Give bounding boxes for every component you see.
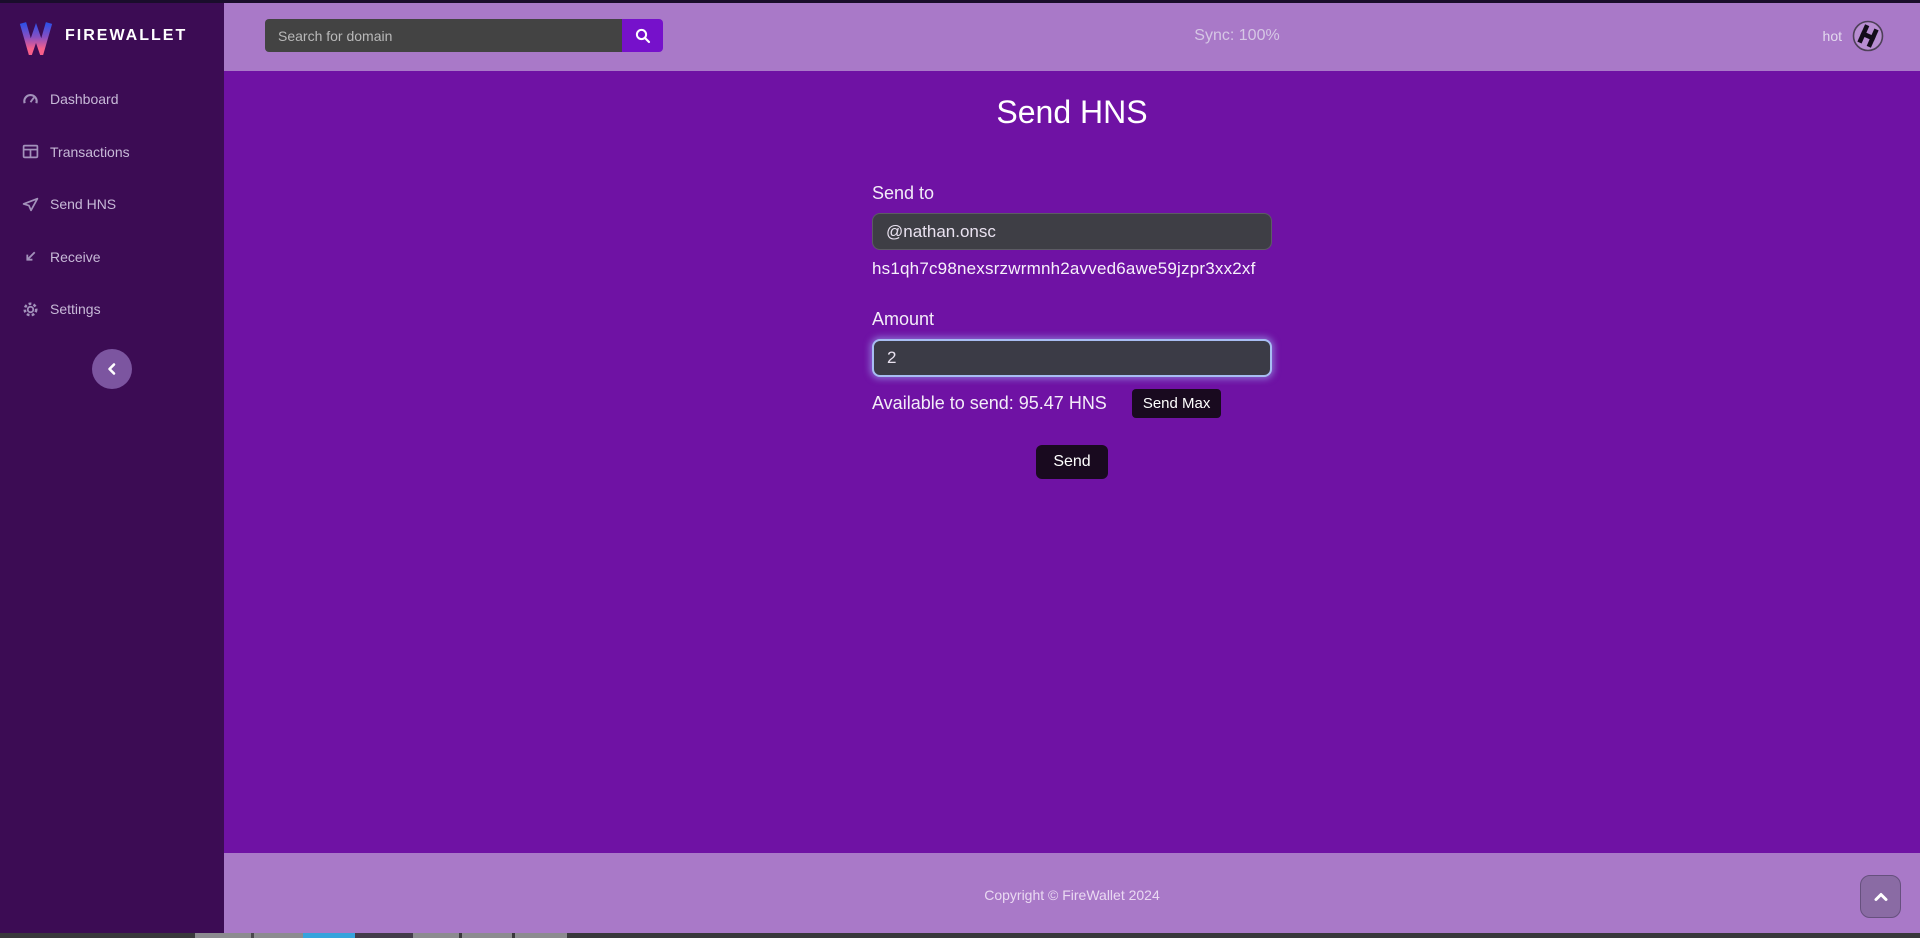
handshake-logo-icon[interactable] <box>1852 20 1884 52</box>
gauge-icon <box>22 91 39 108</box>
search-icon <box>634 27 652 45</box>
wallet-indicator: hot <box>1823 0 1884 71</box>
amount-input[interactable] <box>872 339 1272 377</box>
sidebar-item-settings[interactable]: Settings <box>0 283 224 336</box>
sidebar-collapse-button[interactable] <box>92 349 132 389</box>
sidebar-item-dashboard[interactable]: Dashboard <box>0 73 224 126</box>
taskbar-strip[interactable] <box>0 933 1920 938</box>
sync-status: Sync: 100% <box>1194 0 1279 71</box>
sidebar-item-receive[interactable]: Receive <box>0 231 224 284</box>
send-plane-icon <box>22 196 39 213</box>
send-form: Send to hs1qh7c98nexsrzwrmnh2avved6awe59… <box>872 183 1272 479</box>
send-max-button[interactable]: Send Max <box>1132 389 1222 418</box>
topbar: Sync: 100% hot <box>224 0 1920 71</box>
page-title: Send HNS <box>224 71 1920 131</box>
domain-search <box>265 19 663 52</box>
footer: Copyright © FireWallet 2024 <box>224 853 1920 933</box>
sidebar-item-label: Settings <box>50 301 101 317</box>
firewallet-logo-icon <box>16 17 56 55</box>
firewallet-app: FIREWALLET Dashboard Transactions Send H… <box>0 0 1920 938</box>
chevron-up-icon <box>1873 891 1889 903</box>
send-to-label: Send to <box>872 183 1272 204</box>
sidebar-item-label: Receive <box>50 249 101 265</box>
main-content: Send HNS Send to hs1qh7c98nexsrzwrmnh2av… <box>224 71 1920 853</box>
sidebar-item-label: Transactions <box>50 144 130 160</box>
scroll-to-top-button[interactable] <box>1860 875 1901 918</box>
window-top-edge <box>0 0 1920 3</box>
sidebar-item-label: Dashboard <box>50 91 119 107</box>
sidebar-item-transactions[interactable]: Transactions <box>0 126 224 179</box>
chevron-left-icon <box>105 362 119 376</box>
arrow-down-left-icon <box>22 248 39 265</box>
send-to-input[interactable] <box>872 213 1272 250</box>
send-button[interactable]: Send <box>1036 445 1107 479</box>
copyright-text: Copyright © FireWallet 2024 <box>224 853 1920 903</box>
sidebar-nav: Dashboard Transactions Send HNS Receive <box>0 71 224 336</box>
domain-search-input[interactable] <box>265 19 622 52</box>
brand-name: FIREWALLET <box>65 27 187 45</box>
sidebar-item-send-hns[interactable]: Send HNS <box>0 178 224 231</box>
sidebar-item-label: Send HNS <box>50 196 116 212</box>
available-balance-text: Available to send: 95.47 HNS <box>872 393 1107 414</box>
search-button[interactable] <box>622 19 663 52</box>
available-row: Available to send: 95.47 HNS Send Max <box>872 389 1272 418</box>
gear-icon <box>22 301 39 318</box>
brand[interactable]: FIREWALLET <box>0 0 224 71</box>
sidebar: FIREWALLET Dashboard Transactions Send H… <box>0 0 224 938</box>
resolved-address: hs1qh7c98nexsrzwrmnh2avved6awe59jzpr3xx2… <box>872 259 1272 279</box>
table-icon <box>22 143 39 160</box>
amount-label: Amount <box>872 309 1272 330</box>
wallet-name-label: hot <box>1823 28 1842 44</box>
